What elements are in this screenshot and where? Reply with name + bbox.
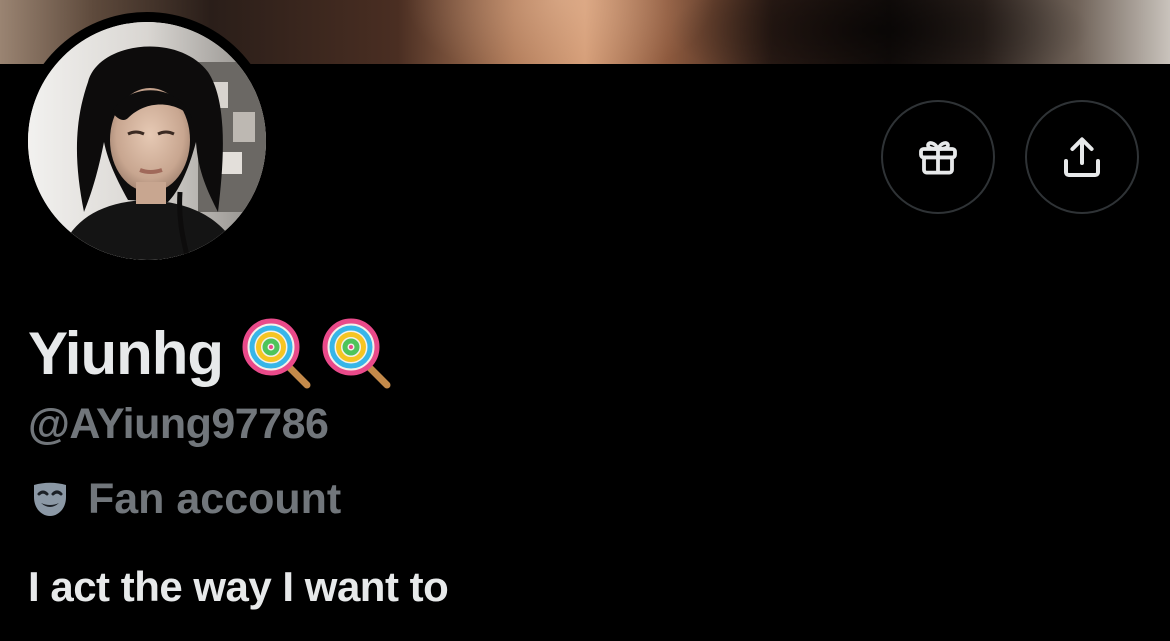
category-label: Fan account (88, 474, 342, 523)
avatar[interactable] (28, 22, 266, 260)
user-handle: @AYiung97786 (28, 400, 329, 448)
display-name: Yiunhg (28, 318, 393, 389)
profile-bio: I act the way I want to (28, 563, 449, 610)
profile-category: Fan account (30, 472, 341, 526)
lollipop-emoji (242, 318, 311, 389)
profile-page: Yiunhg @AYiung97786 Fan account I act th… (0, 0, 1170, 641)
share-upload-icon (1064, 137, 1100, 177)
display-name-text: Yiunhg (28, 319, 224, 387)
avatar-photo (28, 22, 266, 260)
lollipop-emoji (322, 318, 391, 389)
gift-button[interactable] (881, 100, 995, 214)
performing-arts-mask-icon (34, 482, 66, 516)
gift-icon (919, 141, 957, 175)
share-button[interactable] (1025, 100, 1139, 214)
